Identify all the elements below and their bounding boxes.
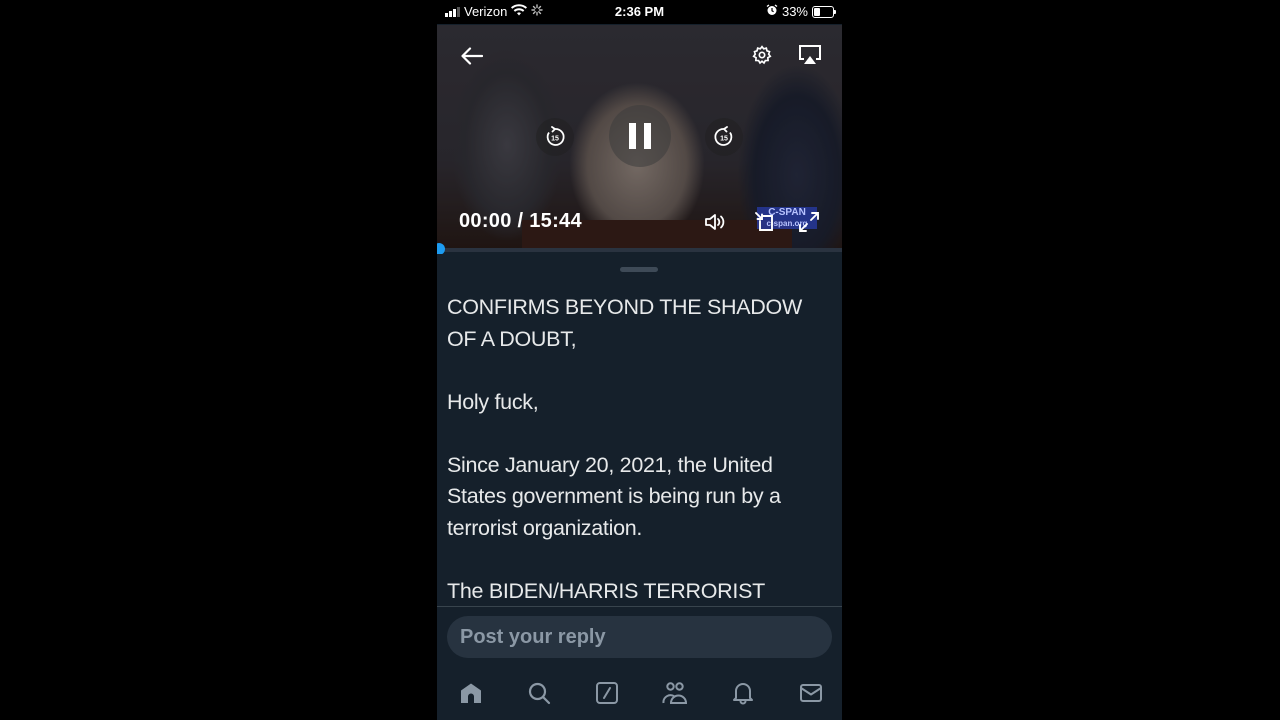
current-time: 00:00	[459, 210, 512, 232]
duration: 15:44	[529, 210, 582, 232]
video-timecode: 00:00 / 15:44	[459, 210, 582, 233]
video-progress-bar[interactable]	[437, 243, 842, 255]
fullscreen-button[interactable]	[797, 210, 821, 234]
battery-percent: 33%	[781, 4, 808, 19]
bottom-tab-bar	[437, 679, 842, 709]
home-icon	[461, 683, 481, 703]
picture-in-picture-button[interactable]	[753, 210, 777, 234]
tab-home[interactable]	[457, 679, 485, 707]
mail-icon	[800, 684, 822, 702]
communities-icon	[662, 682, 688, 704]
phone-screen: Verizon 2:36 PM 33% 15 15 00:00 / 15:44 …	[437, 0, 842, 720]
forward-15-button[interactable]: 15	[705, 118, 743, 156]
tweet-paragraph: Since January 20, 2021, the United State…	[447, 452, 781, 540]
tweet-text: CONFIRMS BEYOND THE SHADOW OF A DOUBT, H…	[447, 292, 832, 639]
tab-communities[interactable]	[661, 679, 689, 707]
pause-icon	[629, 123, 651, 149]
reply-input[interactable]: Post your reply	[447, 616, 832, 658]
svg-text:15: 15	[551, 136, 559, 143]
reply-bar: Post your reply	[437, 607, 842, 720]
volume-button[interactable]	[703, 210, 727, 234]
status-bar: Verizon 2:36 PM 33%	[437, 0, 842, 24]
video-player[interactable]: 15 15 00:00 / 15:44 C-SPAN c-span.org	[437, 25, 842, 250]
time-separator: /	[511, 210, 530, 232]
forward-15-icon: 15	[714, 126, 733, 146]
airplay-button[interactable]	[797, 42, 823, 68]
airplay-icon	[799, 45, 821, 64]
svg-text:15: 15	[720, 136, 728, 143]
tab-grok[interactable]	[593, 679, 621, 707]
back-button[interactable]	[459, 43, 485, 69]
tweet-paragraph: The BIDEN/HARRIS TERRORIST	[447, 578, 765, 603]
settings-button[interactable]	[750, 43, 774, 67]
alarm-icon	[766, 4, 778, 19]
grok-icon	[596, 682, 618, 704]
battery-icon	[812, 5, 836, 18]
rewind-15-button[interactable]: 15	[536, 118, 574, 156]
rewind-15-icon: 15	[546, 126, 565, 146]
tab-search[interactable]	[525, 679, 553, 707]
picture-in-picture-icon	[755, 212, 773, 231]
fullscreen-icon	[799, 212, 819, 232]
back-arrow-icon	[461, 47, 483, 65]
tab-messages[interactable]	[797, 679, 825, 707]
sheet-grabber-handle[interactable]	[620, 267, 658, 272]
volume-icon	[705, 214, 725, 230]
tweet-paragraph: Holy fuck,	[447, 389, 539, 414]
pause-button[interactable]	[609, 105, 671, 167]
gear-icon	[752, 45, 772, 65]
search-icon	[528, 682, 551, 705]
bell-icon	[733, 683, 753, 705]
tab-notifications[interactable]	[729, 679, 757, 707]
tweet-paragraph: CONFIRMS BEYOND THE SHADOW OF A DOUBT,	[447, 295, 802, 351]
tweet-sheet: CONFIRMS BEYOND THE SHADOW OF A DOUBT, H…	[437, 254, 842, 606]
